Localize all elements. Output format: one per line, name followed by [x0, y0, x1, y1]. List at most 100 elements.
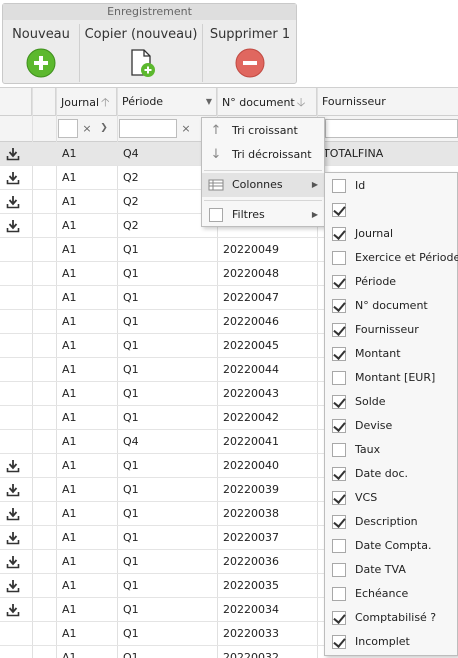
menu-filters-label: Filtres — [232, 208, 265, 221]
column-option[interactable]: Date TVA — [325, 558, 457, 582]
column-option[interactable]: Exercice et Périodes — [325, 246, 458, 270]
column-option[interactable]: Description — [325, 510, 457, 534]
cell-journal: A1 — [62, 291, 77, 304]
column-checkbox[interactable] — [332, 275, 346, 289]
cell-periode: Q1 — [123, 579, 139, 592]
delete-button[interactable]: Supprimer 1 — [205, 24, 295, 84]
new-button-label: Nouveau — [12, 27, 70, 42]
cell-journal: A1 — [62, 387, 77, 400]
column-option-label: Montant — [355, 347, 401, 360]
column-option[interactable] — [325, 198, 457, 222]
download-icon[interactable] — [6, 171, 20, 185]
cell-document: 20220035 — [223, 579, 279, 592]
column-checkbox[interactable] — [332, 539, 346, 553]
column-checkbox[interactable] — [332, 587, 346, 601]
column-option[interactable]: Montant [EUR] — [325, 366, 457, 390]
submenu-arrow-icon: ▶ — [311, 180, 318, 189]
header-fournisseur-label: Fournisseur — [322, 95, 386, 108]
column-option[interactable]: Fournisseur — [325, 318, 457, 342]
column-checkbox[interactable] — [332, 443, 346, 457]
column-option-label: Date TVA — [355, 563, 406, 576]
cell-journal: A1 — [62, 339, 77, 352]
periode-filter-input[interactable] — [119, 119, 177, 138]
column-checkbox[interactable] — [332, 251, 346, 265]
header-document[interactable]: N° document 🡣 — [217, 88, 317, 116]
cell-document: 20220043 — [223, 387, 279, 400]
column-checkbox[interactable] — [332, 347, 346, 361]
menu-filters[interactable]: Filtres ▶ — [202, 203, 324, 227]
download-icon[interactable] — [6, 603, 20, 617]
cell-periode: Q2 — [123, 219, 139, 232]
column-option[interactable]: Solde — [325, 390, 457, 414]
column-checkbox[interactable] — [332, 227, 346, 241]
clear-filter-icon[interactable]: × — [179, 119, 193, 138]
cell-periode: Q1 — [123, 291, 139, 304]
download-icon[interactable] — [6, 219, 20, 233]
menu-columns[interactable]: Colonnes ▶ — [202, 173, 324, 197]
column-checkbox[interactable] — [332, 419, 346, 433]
column-context-menu: ↑ Tri croissant ↓ Tri décroissant Colonn… — [201, 117, 325, 227]
grid-header: Journal 🡡 Période ▼ N° document 🡣 Fourniss… — [0, 88, 458, 116]
filter-dropdown-icon[interactable]: ❯ — [97, 119, 111, 138]
new-button[interactable]: Nouveau — [7, 24, 75, 84]
cell-periode: Q1 — [123, 483, 139, 496]
column-checkbox[interactable] — [332, 323, 346, 337]
copy-new-button[interactable]: Copier (nouveau) — [83, 24, 199, 84]
download-icon[interactable] — [6, 459, 20, 473]
column-option-label: Comptabilisé ? — [355, 611, 437, 624]
arrow-down-icon: ↓ — [210, 147, 222, 162]
column-checkbox[interactable] — [332, 395, 346, 409]
column-option[interactable]: VCS — [325, 486, 457, 510]
menu-sort-desc[interactable]: ↓ Tri décroissant — [202, 143, 324, 167]
cell-document: 20220036 — [223, 555, 279, 568]
download-icon[interactable] — [6, 147, 20, 161]
column-checkbox[interactable] — [332, 203, 346, 217]
cell-journal: A1 — [62, 411, 77, 424]
header-journal[interactable]: Journal 🡡 — [56, 88, 117, 116]
ribbon-separator — [79, 24, 80, 82]
column-option[interactable]: Echéance — [325, 582, 457, 606]
column-option[interactable]: Date Compta. — [325, 534, 457, 558]
cell-journal: A1 — [62, 627, 77, 640]
column-checkbox[interactable] — [332, 371, 346, 385]
column-option-label: Description — [355, 515, 418, 528]
column-checkbox[interactable] — [332, 179, 346, 193]
column-option[interactable]: Comptabilisé ? — [325, 606, 457, 630]
cell-periode: Q1 — [123, 363, 139, 376]
column-option[interactable]: Période — [325, 270, 457, 294]
header-menu-chevron-icon[interactable]: ▼ — [202, 88, 216, 116]
column-option[interactable]: Date doc. — [325, 462, 457, 486]
column-option[interactable]: Montant — [325, 342, 457, 366]
journal-filter-input[interactable] — [58, 119, 78, 138]
cell-periode: Q4 — [123, 435, 139, 448]
cell-document: 20220037 — [223, 531, 279, 544]
header-document-label: N° document — [222, 96, 295, 109]
fournisseur-filter-input[interactable] — [325, 119, 458, 138]
column-option-label: Date doc. — [355, 467, 409, 480]
column-checkbox[interactable] — [332, 299, 346, 313]
column-option[interactable]: Incomplet — [325, 630, 457, 654]
download-icon[interactable] — [6, 579, 20, 593]
column-checkbox[interactable] — [332, 563, 346, 577]
column-option[interactable]: Journal — [325, 222, 457, 246]
column-option[interactable]: Id — [325, 174, 457, 198]
column-checkbox[interactable] — [332, 467, 346, 481]
download-icon[interactable] — [6, 555, 20, 569]
header-fournisseur[interactable]: Fournisseur — [317, 88, 458, 116]
column-checkbox[interactable] — [332, 515, 346, 529]
cell-journal: A1 — [62, 267, 77, 280]
menu-sort-asc[interactable]: ↑ Tri croissant — [202, 119, 324, 143]
column-checkbox[interactable] — [332, 491, 346, 505]
download-icon[interactable] — [6, 507, 20, 521]
column-option[interactable]: Taux — [325, 438, 457, 462]
cell-journal: A1 — [62, 243, 77, 256]
download-icon[interactable] — [6, 483, 20, 497]
column-option[interactable]: N° document — [325, 294, 457, 318]
download-icon[interactable] — [6, 195, 20, 209]
cell-periode: Q1 — [123, 267, 139, 280]
column-checkbox[interactable] — [332, 635, 346, 649]
clear-filter-icon[interactable]: × — [80, 119, 94, 138]
column-checkbox[interactable] — [332, 611, 346, 625]
column-option[interactable]: Devise — [325, 414, 457, 438]
download-icon[interactable] — [6, 531, 20, 545]
